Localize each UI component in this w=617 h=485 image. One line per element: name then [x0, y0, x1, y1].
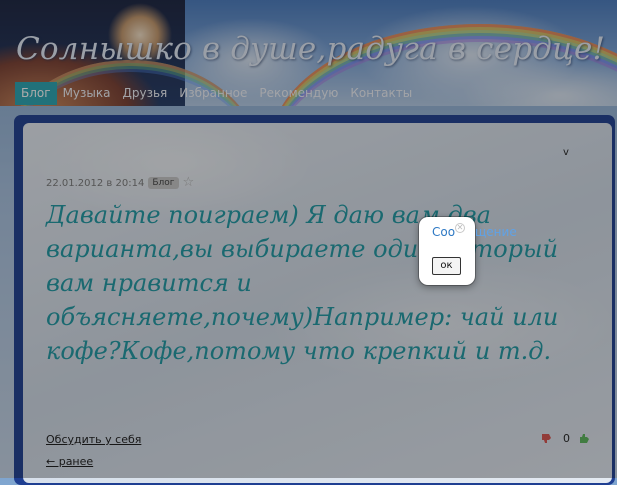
modal-overlay[interactable]	[0, 0, 617, 478]
ok-button[interactable]: ок	[432, 257, 461, 275]
dialog-title-overflow: щение	[475, 225, 517, 239]
close-icon[interactable]: ✕	[455, 223, 465, 233]
dialog-title: Соо	[432, 225, 456, 239]
message-dialog: Соо ✕ ок	[419, 217, 475, 285]
